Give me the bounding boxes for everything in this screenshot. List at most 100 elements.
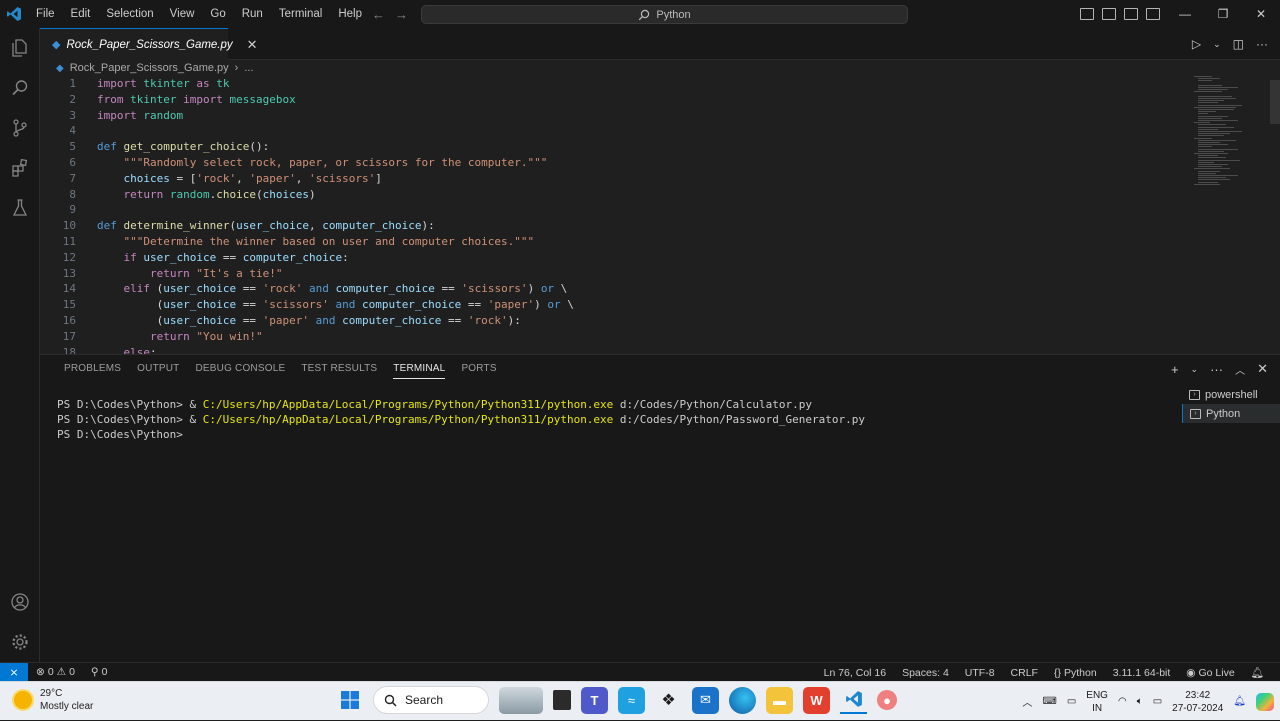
- python-interpreter[interactable]: 3.11.1 64-bit: [1105, 667, 1179, 679]
- edge-browser-icon[interactable]: [729, 686, 756, 714]
- problems-status[interactable]: ⊗ 0 ⚠ 0: [28, 666, 83, 678]
- tab-output[interactable]: OUTPUT: [129, 355, 187, 383]
- minimize-icon[interactable]: —: [1166, 0, 1204, 28]
- extensions-icon[interactable]: [0, 148, 40, 188]
- tab-debug-console[interactable]: DEBUG CONSOLE: [187, 355, 293, 383]
- code-line[interactable]: 13 return "It's a tie!": [40, 266, 1190, 282]
- file-explorer-folder-icon[interactable]: ▬: [766, 686, 793, 714]
- recorder-app-icon[interactable]: ●: [877, 690, 897, 710]
- code-line[interactable]: 18 else:: [40, 345, 1190, 354]
- minimap[interactable]: [1190, 76, 1270, 196]
- menu-help[interactable]: Help: [330, 0, 370, 28]
- menu-go[interactable]: Go: [202, 0, 233, 28]
- tab-rock-paper-scissors[interactable]: ◆ Rock_Paper_Scissors_Game.py ✕: [40, 28, 258, 60]
- menu-run[interactable]: Run: [234, 0, 271, 28]
- encoding[interactable]: UTF-8: [957, 667, 1003, 679]
- close-panel-icon[interactable]: ✕: [1257, 361, 1268, 377]
- menu-terminal[interactable]: Terminal: [271, 0, 330, 28]
- close-window-icon[interactable]: ✕: [1242, 0, 1280, 28]
- customize-layout-icon[interactable]: [1146, 8, 1160, 20]
- tab-problems[interactable]: PROBLEMS: [56, 355, 129, 383]
- code-line[interactable]: 1 import tkinter as tk: [40, 76, 1190, 92]
- display-icon[interactable]: ▭: [1067, 696, 1076, 707]
- code-line[interactable]: 9: [40, 202, 1190, 218]
- scrollbar-thumb[interactable]: [1270, 80, 1280, 124]
- code-line[interactable]: 17 return "You win!": [40, 329, 1190, 345]
- weather-widget[interactable]: 29°C Mostly clear: [14, 687, 93, 713]
- code-line[interactable]: 6 """Randomly select rock, paper, or sci…: [40, 155, 1190, 171]
- run-play-icon[interactable]: ▷: [1192, 37, 1201, 51]
- show-hidden-icons-chevron-icon[interactable]: ︿: [1022, 694, 1032, 709]
- terminal-output[interactable]: PS D:\Codes\Python> & C:/Users/hp/AppDat…: [57, 397, 1177, 442]
- code-line[interactable]: 15 (user_choice == 'scissors' and comput…: [40, 297, 1190, 313]
- teams-icon[interactable]: T: [581, 686, 608, 714]
- command-center-search[interactable]: Python: [421, 5, 908, 24]
- new-terminal-plus-icon[interactable]: +: [1171, 362, 1179, 377]
- code-line[interactable]: 11 """Determine the winner based on user…: [40, 234, 1190, 250]
- indentation[interactable]: Spaces: 4: [894, 667, 957, 679]
- code-line[interactable]: 3 import random: [40, 108, 1190, 124]
- clock[interactable]: 23:42 27-07-2024: [1172, 689, 1223, 715]
- back-arrow-icon[interactable]: ←: [372, 7, 385, 22]
- dropbox-icon[interactable]: ❖: [655, 687, 682, 714]
- code-line[interactable]: 5 def get_computer_choice():: [40, 139, 1190, 155]
- remote-indicator-icon[interactable]: ⨯: [0, 662, 28, 682]
- mail-icon[interactable]: ✉: [692, 686, 719, 714]
- code-editor[interactable]: 1 import tkinter as tk 2 from tkinter impor…: [40, 76, 1190, 354]
- forward-arrow-icon[interactable]: →: [395, 7, 408, 22]
- terminal-item-powershell[interactable]: › powershell: [1182, 385, 1280, 404]
- editor-scrollbar[interactable]: [1270, 76, 1280, 354]
- explorer-icon[interactable]: [0, 28, 40, 68]
- code-line[interactable]: 4: [40, 123, 1190, 139]
- end-of-line[interactable]: CRLF: [1003, 667, 1046, 679]
- more-actions-icon[interactable]: ···: [1256, 37, 1268, 51]
- search-view-icon[interactable]: [0, 68, 40, 108]
- terminal-item-python[interactable]: › Python: [1182, 404, 1280, 423]
- language-mode[interactable]: {} Python: [1046, 667, 1105, 679]
- more-actions-icon[interactable]: ···: [1210, 362, 1223, 377]
- ports-status[interactable]: ⚲ 0: [83, 666, 116, 678]
- code-line[interactable]: 7 choices = ['rock', 'paper', 'scissors'…: [40, 171, 1190, 187]
- file-explorer-dark-icon[interactable]: [553, 690, 571, 710]
- code-line[interactable]: 12 if user_choice == computer_choice:: [40, 250, 1190, 266]
- breadcrumb-file[interactable]: Rock_Paper_Scissors_Game.py: [70, 62, 229, 74]
- copilot-icon[interactable]: [1256, 692, 1274, 711]
- code-line[interactable]: 14 elif (user_choice == 'rock' and compu…: [40, 281, 1190, 297]
- code-line[interactable]: 10 def determine_winner(user_choice, comp…: [40, 218, 1190, 234]
- keyboard-icon[interactable]: ⌨: [1042, 696, 1056, 707]
- tab-ports[interactable]: PORTS: [453, 355, 504, 383]
- cursor-position[interactable]: Ln 76, Col 16: [816, 667, 894, 679]
- wifi-icon[interactable]: ◠: [1118, 696, 1127, 707]
- tab-test-results[interactable]: TEST RESULTS: [293, 355, 385, 383]
- notification-bell-icon[interactable]: 🔔︎: [1233, 696, 1246, 707]
- menu-view[interactable]: View: [162, 0, 203, 28]
- split-editor-icon[interactable]: ◫: [1233, 37, 1244, 51]
- tab-terminal[interactable]: TERMINAL: [385, 355, 453, 383]
- code-line[interactable]: 2 from tkinter import messagebox: [40, 92, 1190, 108]
- toggle-primary-sidebar-icon[interactable]: [1080, 8, 1094, 20]
- maximize-panel-icon[interactable]: ︿: [1235, 362, 1245, 377]
- restore-icon[interactable]: ❐: [1204, 0, 1242, 28]
- volume-icon[interactable]: 🔈︎: [1137, 696, 1143, 707]
- menu-edit[interactable]: Edit: [63, 0, 99, 28]
- wps-office-icon[interactable]: W: [803, 686, 830, 714]
- language-indicator[interactable]: ENG IN: [1086, 689, 1108, 715]
- battery-icon[interactable]: ▭: [1153, 696, 1162, 707]
- notifications-bell-icon[interactable]: 🔔︎: [1243, 666, 1272, 679]
- menu-file[interactable]: File: [28, 0, 63, 28]
- testing-flask-icon[interactable]: [0, 188, 40, 228]
- breadcrumb-more[interactable]: ...: [244, 62, 253, 74]
- close-tab-icon[interactable]: ✕: [247, 37, 258, 53]
- toggle-panel-icon[interactable]: [1102, 8, 1116, 20]
- run-dropdown-chevron-icon[interactable]: ⌄: [1213, 39, 1221, 50]
- terminal-dropdown-chevron-icon[interactable]: ⌄: [1191, 364, 1199, 375]
- source-control-icon[interactable]: [0, 108, 40, 148]
- code-line[interactable]: 16 (user_choice == 'paper' and computer_…: [40, 313, 1190, 329]
- code-line[interactable]: 8 return random.choice(choices): [40, 187, 1190, 203]
- vscode-taskbar-icon[interactable]: [840, 687, 867, 714]
- windows-start-icon[interactable]: [336, 687, 363, 714]
- settings-gear-icon[interactable]: [0, 622, 40, 662]
- accounts-icon[interactable]: [0, 582, 40, 622]
- go-live-button[interactable]: ◉ Go Live: [1178, 667, 1242, 679]
- menu-selection[interactable]: Selection: [98, 0, 161, 28]
